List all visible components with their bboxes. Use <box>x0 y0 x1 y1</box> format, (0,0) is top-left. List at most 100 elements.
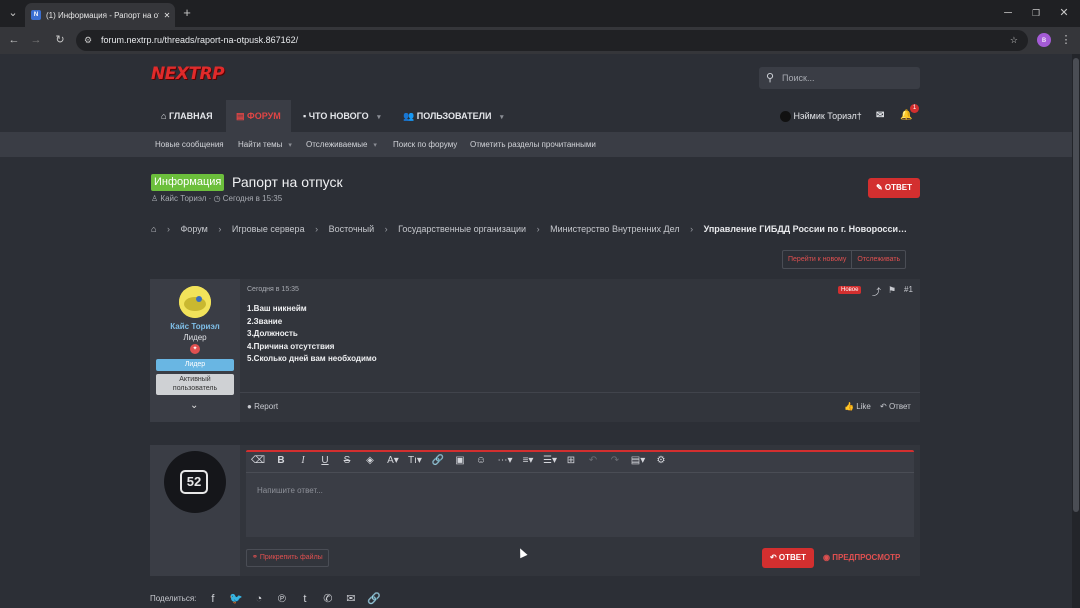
facebook-icon[interactable]: f <box>206 593 219 605</box>
nav-whats-new[interactable]: ▪ ЧТО НОВОГО ▾ <box>303 100 381 132</box>
page-scrollbar[interactable] <box>1072 54 1080 608</box>
font-family-icon[interactable]: A▾ <box>384 455 402 466</box>
subnav-watched[interactable]: Отслеживаемые ▾ <box>306 132 377 158</box>
reply-avatar[interactable]: 52 <box>164 451 226 513</box>
minimize-icon[interactable]: ─ <box>1000 6 1016 20</box>
preview-button[interactable]: ◉ ПРЕДПРОСМОТР <box>823 548 900 568</box>
twitter-icon[interactable]: 🐦 <box>229 592 243 605</box>
emoji-icon[interactable]: ☺ <box>474 455 488 466</box>
post-avatar[interactable] <box>179 286 211 318</box>
report-link[interactable]: ● Report <box>247 402 278 411</box>
home-icon[interactable]: ⌂ <box>151 224 156 234</box>
bookmark-icon[interactable]: ⚑ <box>888 285 896 296</box>
messages-icon[interactable]: ✉ <box>876 100 884 132</box>
tumblr-icon[interactable]: t <box>298 593 311 605</box>
list-icon[interactable]: ☰▾ <box>541 455 559 466</box>
post-date[interactable]: Сегодня в 15:35 <box>247 286 299 293</box>
subnav-search-forum[interactable]: Поиск по форуму <box>393 132 457 157</box>
bookmark-star-icon[interactable]: ☆ <box>1010 30 1018 51</box>
link-icon[interactable]: 🔗 <box>367 592 381 605</box>
nav-home[interactable]: ⌂ ГЛАВНАЯ <box>161 100 213 132</box>
bold-icon[interactable]: B <box>274 455 288 466</box>
profile-avatar[interactable]: в <box>1037 33 1051 47</box>
settings-icon[interactable]: ⚙ <box>654 455 668 466</box>
chevron-down-icon[interactable]: ▾ <box>373 142 377 149</box>
color-icon[interactable]: ◈ <box>363 455 377 466</box>
new-tab-button[interactable]: + <box>179 6 195 20</box>
undo-icon[interactable]: ↶ <box>586 455 600 466</box>
thread-prefix-badge[interactable]: Информация <box>151 174 225 191</box>
underline-icon[interactable]: U <box>318 455 332 466</box>
reply-icon: ↶ <box>880 402 887 411</box>
redo-icon[interactable]: ↷ <box>608 455 622 466</box>
back-icon[interactable]: ← <box>6 33 22 47</box>
post-username[interactable]: Кайс Ториэл <box>150 322 240 331</box>
subnav-mark-read[interactable]: Отметить разделы прочитанными <box>470 132 596 157</box>
scrollbar-thumb[interactable] <box>1073 58 1079 512</box>
forward-icon[interactable]: → <box>28 33 44 47</box>
url-input[interactable]: ⚙ forum.nextrp.ru/threads/raport-na-otpu… <box>76 30 1028 51</box>
notification-count-badge: 1 <box>910 104 919 113</box>
chevron-down-icon[interactable]: ▾ <box>288 142 292 149</box>
share-label: Поделиться: <box>150 594 197 603</box>
pinterest-icon[interactable]: ℗ <box>275 593 288 605</box>
image-icon[interactable]: ▣ <box>453 455 467 466</box>
like-button[interactable]: 👍 Like <box>844 402 871 411</box>
search-input[interactable]: ⚲ Поиск... <box>759 67 920 89</box>
link-icon[interactable]: 🔗 <box>431 455 445 466</box>
italic-icon[interactable]: I <box>296 455 310 466</box>
browser-menu-icon[interactable]: ⋮ <box>1058 33 1074 47</box>
breadcrumb-item[interactable]: Министерство Внутренних Дел <box>550 224 680 234</box>
breadcrumb-item[interactable]: Форум <box>180 224 207 234</box>
site-header: NEXTRP ⚲ Поиск... ⌂ ГЛАВНАЯ ▤ ФОРУМ ▪ ЧТ… <box>0 54 1072 132</box>
site-logo[interactable]: NEXTRP <box>151 64 225 84</box>
reply-button[interactable]: ✎ ОТВЕТ <box>868 178 920 198</box>
table-icon[interactable]: ⊞ <box>564 455 578 466</box>
share-icon[interactable]: ⤴ <box>872 285 881 298</box>
watch-button[interactable]: Отслеживать <box>851 251 905 268</box>
breadcrumb-item[interactable]: Управление ГИБДД России по г. Новоросси… <box>704 224 907 234</box>
reply-editor[interactable]: Напишите ответ... <box>246 472 914 537</box>
chevron-down-icon[interactable]: ▾ <box>377 114 381 121</box>
post-reply-button[interactable]: ↶ Ответ <box>880 402 911 411</box>
reload-icon[interactable]: ↻ <box>52 33 68 47</box>
divider <box>240 392 920 393</box>
align-icon[interactable]: ≡▾ <box>519 455 537 466</box>
tab-search-icon[interactable]: ⌄ <box>5 6 21 20</box>
breadcrumb-item[interactable]: Государственные организации <box>398 224 526 234</box>
font-size-icon[interactable]: Tı▾ <box>406 455 424 466</box>
user-menu[interactable]: Нэймик Ториэл† <box>780 100 862 132</box>
share-bar: Поделиться: f 🐦 ◔ ℗ t ✆ ✉ 🔗 <box>150 592 381 606</box>
goto-new-button[interactable]: Перейти к новому <box>783 251 851 268</box>
chevron-right-icon: › <box>536 224 540 234</box>
maximize-icon[interactable]: ❐ <box>1028 6 1044 20</box>
forum-icon: ▤ <box>236 111 245 121</box>
chevron-down-icon[interactable]: ▾ <box>500 114 504 121</box>
leader-badge: Лидер <box>156 359 234 371</box>
email-icon[interactable]: ✉ <box>344 592 357 605</box>
thread-date[interactable]: Сегодня в 15:35 <box>223 194 282 203</box>
forum-page: NEXTRP ⚲ Поиск... ⌂ ГЛАВНАЯ ▤ ФОРУМ ▪ ЧТ… <box>0 54 1080 608</box>
chevron-down-icon[interactable]: ⌄ <box>190 400 198 411</box>
more-icon[interactable]: ⋯▾ <box>496 455 514 466</box>
whatsapp-icon[interactable]: ✆ <box>321 592 334 605</box>
nav-users[interactable]: 👥 ПОЛЬЗОВАТЕЛИ ▾ <box>403 100 503 132</box>
nav-forum[interactable]: ▤ ФОРУМ <box>226 100 291 132</box>
thread-author[interactable]: Кайс Ториэл <box>160 194 206 203</box>
tab-close-icon[interactable]: ✕ <box>159 11 175 20</box>
window-close-icon[interactable]: ✕ <box>1056 6 1072 20</box>
drafts-icon[interactable]: ▤▾ <box>629 455 647 466</box>
subnav-new-messages[interactable]: Новые сообщения <box>155 132 224 157</box>
breadcrumb-item[interactable]: Игровые сервера <box>232 224 305 234</box>
reddit-icon[interactable]: ◔ <box>252 593 265 605</box>
breadcrumb-item[interactable]: Восточный <box>329 224 375 234</box>
site-info-icon[interactable]: ⚙ <box>84 30 92 51</box>
eraser-icon[interactable]: ⌫ <box>251 455 265 466</box>
post-number[interactable]: #1 <box>904 285 913 294</box>
send-reply-button[interactable]: ↶ ОТВЕТ <box>762 548 814 568</box>
attach-files-button[interactable]: ⚭ Прикрепить файлы <box>246 549 329 567</box>
browser-tab[interactable]: N (1) Информация - Рапорт на отп… ✕ <box>25 3 175 27</box>
subnav-find-threads[interactable]: Найти темы ▾ <box>238 132 292 158</box>
browser-address-bar: ← → ↻ ⚙ forum.nextrp.ru/threads/raport-n… <box>0 27 1080 54</box>
strikethrough-icon[interactable]: S <box>340 455 354 466</box>
